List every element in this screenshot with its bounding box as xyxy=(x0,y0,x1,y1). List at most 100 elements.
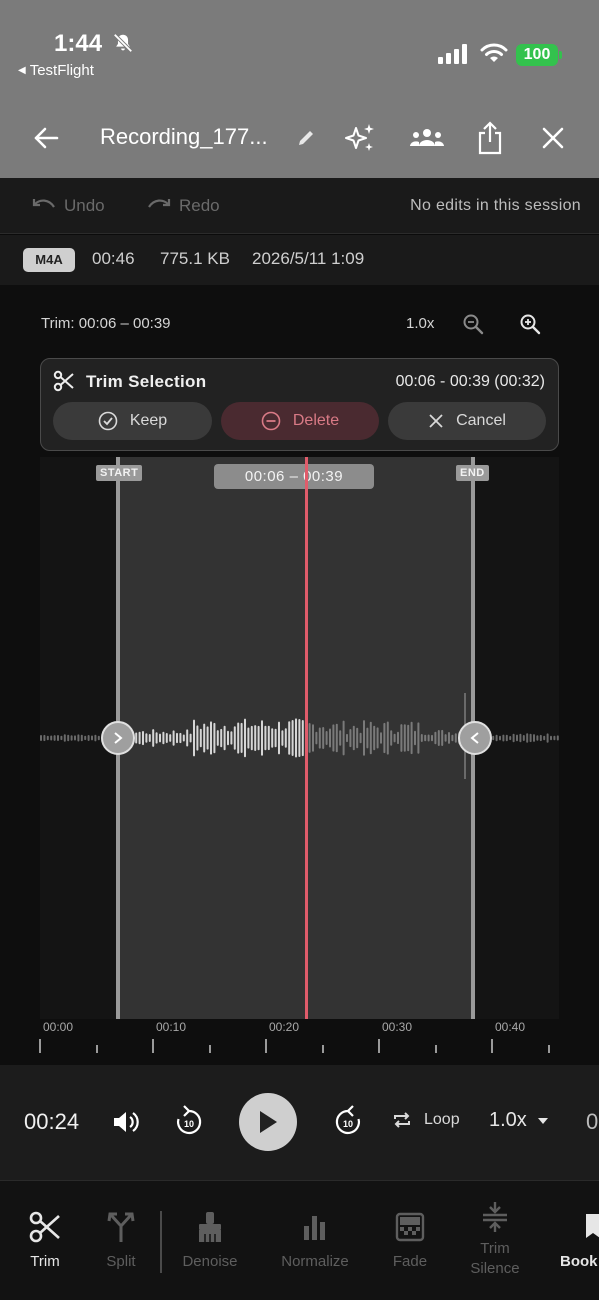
waveform-bar xyxy=(271,728,274,748)
playhead[interactable] xyxy=(305,457,308,1019)
waveform-canvas[interactable]: START END 00:06 – 00:39 xyxy=(40,457,559,1019)
waveform-bar xyxy=(87,735,90,741)
close-button[interactable] xyxy=(535,120,571,156)
volume-button[interactable] xyxy=(112,1109,142,1135)
signal-icon xyxy=(438,44,467,64)
waveform-bar xyxy=(318,727,321,749)
waveform-bar xyxy=(373,725,376,751)
waveform-bar xyxy=(499,735,501,741)
share-button[interactable] xyxy=(472,120,508,156)
split-icon xyxy=(107,1212,135,1242)
waveform-bar xyxy=(264,725,267,751)
play-button[interactable] xyxy=(239,1093,297,1151)
repeat-icon xyxy=(394,1112,410,1128)
zoom-in-icon[interactable] xyxy=(519,313,541,335)
waveform-bar xyxy=(325,731,328,745)
timeline-label: 00:10 xyxy=(156,1020,187,1034)
keep-button[interactable]: Keep xyxy=(53,402,212,440)
waveform-bar xyxy=(543,735,546,741)
waveform-bar xyxy=(291,720,294,756)
waveform-bar xyxy=(386,721,389,755)
waveform-bar xyxy=(315,731,318,745)
svg-text:10: 10 xyxy=(343,1119,353,1129)
scissors-icon xyxy=(29,1211,60,1243)
waveform-bar xyxy=(366,727,369,749)
file-info-bar: M4A 00:46 775.1 KB 2026/5/11 1:09 xyxy=(0,235,599,285)
waveform-bar xyxy=(339,730,342,746)
waveform-bar xyxy=(84,735,87,741)
tool-fade[interactable]: Fade xyxy=(365,1209,455,1270)
forward-10-button[interactable]: 10 xyxy=(333,1105,363,1137)
back-to-app-link[interactable]: ◀ TestFlight xyxy=(18,62,94,79)
waveform-bar xyxy=(308,723,311,753)
waveform-bar xyxy=(148,734,151,742)
redo-label: Redo xyxy=(179,196,220,215)
waveform-bar xyxy=(284,728,287,748)
group-icon xyxy=(410,129,444,146)
speed-value: 1.0x xyxy=(489,1109,527,1131)
waveform-bar xyxy=(346,733,348,743)
waveform-bar xyxy=(274,728,277,748)
ai-enhance-button[interactable] xyxy=(342,120,378,156)
waveform-bar xyxy=(427,734,430,742)
waveform-bar xyxy=(233,726,236,750)
redo-button[interactable]: Redo xyxy=(147,196,220,216)
waveform-bar xyxy=(206,726,209,750)
waveform-bar xyxy=(97,735,100,741)
waveform-bar xyxy=(424,734,427,742)
waveform-bar xyxy=(152,729,155,747)
zoom-out-icon[interactable] xyxy=(462,313,484,335)
waveform-bar xyxy=(179,732,182,744)
chevron-left-icon xyxy=(470,732,479,744)
waveform-bar xyxy=(380,732,382,744)
waveform-bar xyxy=(441,729,444,746)
speakers-button[interactable] xyxy=(409,120,445,156)
waveform-bar xyxy=(67,734,70,742)
timeline-label: 00:40 xyxy=(495,1020,526,1034)
caret-down-icon xyxy=(537,1117,548,1124)
undo-label: Undo xyxy=(64,196,105,215)
start-handle-knob[interactable] xyxy=(101,721,135,755)
share-icon xyxy=(478,121,502,155)
sparkles-icon xyxy=(345,124,374,151)
waveform-bar xyxy=(227,730,229,746)
loop-toggle[interactable]: Loop xyxy=(392,1111,460,1129)
tool-label: Trim xyxy=(30,1253,60,1270)
minor-tick xyxy=(95,1045,98,1053)
waveform-bar xyxy=(349,729,352,748)
tool-trim-silence[interactable]: Trim Silence xyxy=(450,1199,540,1279)
waveform-bar xyxy=(505,734,508,742)
tool-split[interactable]: Split xyxy=(76,1209,166,1270)
tool-label: Book xyxy=(560,1253,598,1270)
cancel-button[interactable]: Cancel xyxy=(388,402,546,440)
speed-selector[interactable]: 1.0x xyxy=(489,1109,549,1132)
waveform-bar xyxy=(519,733,522,743)
waveform-bar xyxy=(135,732,138,744)
recording-title[interactable]: Recording_177... xyxy=(100,124,268,150)
end-handle-knob[interactable] xyxy=(458,721,492,755)
end-tag: END xyxy=(456,465,489,481)
waveform-bar xyxy=(448,732,450,744)
tool-normalize[interactable]: Normalize xyxy=(270,1209,360,1270)
waveform-bar xyxy=(247,727,250,749)
tool-bookmark[interactable]: Book xyxy=(556,1209,599,1270)
x-icon xyxy=(429,414,443,428)
delete-button[interactable]: Delete xyxy=(221,402,379,440)
waveform-bar xyxy=(261,720,263,756)
waveform-bar xyxy=(189,733,192,743)
pencil-icon[interactable] xyxy=(296,128,316,148)
back-button[interactable] xyxy=(28,120,64,156)
start-tag: START xyxy=(96,465,143,481)
waveform-bar xyxy=(376,727,379,749)
waveform-bar xyxy=(165,733,168,743)
waveform-bar xyxy=(369,721,372,755)
undo-icon xyxy=(32,199,55,208)
current-time: 00:24 xyxy=(24,1109,80,1134)
waveform-editor: Trim: 00:06 – 00:39 1.0x Trim Selection … xyxy=(0,285,599,1065)
waveform-bar xyxy=(437,730,440,746)
waveform-bar xyxy=(356,727,359,749)
back-app-label: TestFlight xyxy=(29,62,94,79)
undo-button[interactable]: Undo xyxy=(32,196,105,216)
tool-denoise[interactable]: Denoise xyxy=(165,1209,255,1270)
rewind-10-button[interactable]: 10 xyxy=(174,1105,204,1137)
